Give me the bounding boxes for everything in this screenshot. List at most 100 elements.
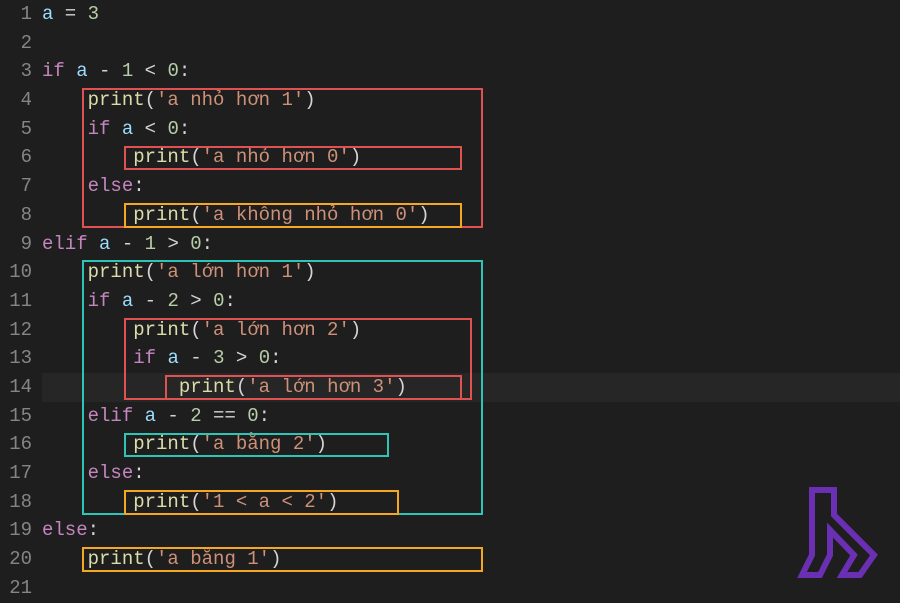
token-par: ( [190, 319, 201, 341]
line-number: 2 [0, 29, 42, 58]
line-number: 18 [0, 488, 42, 517]
token-pun: : [179, 60, 190, 82]
token-op: - [110, 233, 144, 255]
line-number: 17 [0, 459, 42, 488]
token-op [42, 175, 88, 197]
token-num: 0 [247, 405, 258, 427]
code-line[interactable]: print('a không nhỏ hơn 0') [42, 201, 900, 230]
token-op [42, 319, 133, 341]
line-number-gutter: 123456789101112131415161718192021 [0, 0, 42, 602]
code-line[interactable]: a = 3 [42, 0, 900, 29]
token-par: ( [190, 204, 201, 226]
code-area[interactable]: a = 3if a - 1 < 0: print('a nhỏ hơn 1') … [42, 0, 900, 602]
token-kw: elif [88, 405, 134, 427]
token-par: ( [145, 89, 156, 111]
line-number: 20 [0, 545, 42, 574]
token-pun: : [224, 290, 235, 312]
line-number: 1 [0, 0, 42, 29]
token-num: 0 [190, 233, 201, 255]
token-num: 3 [213, 347, 224, 369]
line-number: 9 [0, 230, 42, 259]
code-line[interactable]: print('a bằng 1') [42, 545, 900, 574]
token-op: - [88, 60, 122, 82]
token-par: ( [236, 376, 247, 398]
line-number: 11 [0, 287, 42, 316]
code-line[interactable]: print('1 < a < 2') [42, 488, 900, 517]
line-number: 13 [0, 344, 42, 373]
logo-h-stroke [802, 490, 874, 575]
token-pun: : [259, 405, 270, 427]
code-line[interactable]: print('a nhỏ hơn 0') [42, 143, 900, 172]
token-num: 2 [190, 405, 201, 427]
token-par: ) [350, 146, 361, 168]
token-var: a [167, 347, 178, 369]
token-var: a [42, 3, 53, 25]
token-par: ) [316, 433, 327, 455]
token-op: - [133, 290, 167, 312]
token-op: > [179, 290, 213, 312]
line-number: 3 [0, 57, 42, 86]
token-pun: : [88, 519, 99, 541]
code-line[interactable] [42, 29, 900, 58]
token-pun: : [133, 175, 144, 197]
token-par: ) [395, 376, 406, 398]
token-fn: print [133, 204, 190, 226]
code-line[interactable] [42, 574, 900, 603]
code-line[interactable]: print('a bằng 2') [42, 430, 900, 459]
token-var: a [122, 290, 133, 312]
token-kw: if [88, 118, 111, 140]
token-var: a [76, 60, 87, 82]
token-op: > [224, 347, 258, 369]
code-editor[interactable]: 123456789101112131415161718192021 a = 3i… [0, 0, 900, 603]
token-kw: if [88, 290, 111, 312]
code-line[interactable]: if a < 0: [42, 115, 900, 144]
token-op [88, 233, 99, 255]
code-line[interactable]: elif a - 1 > 0: [42, 230, 900, 259]
token-op: < [133, 60, 167, 82]
code-line[interactable]: else: [42, 516, 900, 545]
token-str: 'a lớn hơn 3' [247, 376, 395, 398]
code-line[interactable]: print('a nhỏ hơn 1') [42, 86, 900, 115]
token-num: 1 [145, 233, 156, 255]
code-line[interactable]: print('a lớn hơn 3') [42, 373, 900, 402]
token-op [133, 405, 144, 427]
token-str: 'a bằng 2' [202, 433, 316, 455]
token-op [42, 146, 133, 168]
code-line[interactable]: print('a lớn hơn 2') [42, 316, 900, 345]
token-str: 'a nhỏ hơn 0' [202, 146, 350, 168]
token-op [42, 376, 179, 398]
code-line[interactable]: print('a lớn hơn 1') [42, 258, 900, 287]
token-var: a [145, 405, 156, 427]
token-par: ) [418, 204, 429, 226]
token-op: - [156, 405, 190, 427]
token-par: ) [327, 491, 338, 513]
token-fn: print [88, 89, 145, 111]
code-line[interactable]: else: [42, 172, 900, 201]
code-line[interactable]: if a - 3 > 0: [42, 344, 900, 373]
token-op [42, 462, 88, 484]
line-number: 10 [0, 258, 42, 287]
token-kw: else [88, 175, 134, 197]
token-op [42, 548, 88, 570]
line-number: 16 [0, 430, 42, 459]
token-op: == [202, 405, 248, 427]
token-str: '1 < a < 2' [202, 491, 327, 513]
token-kw: if [133, 347, 156, 369]
token-pun: : [270, 347, 281, 369]
token-kw: else [42, 519, 88, 541]
token-str: 'a nhỏ hơn 1' [156, 89, 304, 111]
code-line[interactable]: if a - 2 > 0: [42, 287, 900, 316]
token-par: ( [145, 548, 156, 570]
token-par: ) [304, 89, 315, 111]
code-line[interactable]: if a - 1 < 0: [42, 57, 900, 86]
code-line[interactable]: elif a - 2 == 0: [42, 402, 900, 431]
line-number: 4 [0, 86, 42, 115]
token-op [42, 347, 133, 369]
line-number: 6 [0, 143, 42, 172]
token-op [42, 261, 88, 283]
code-line[interactable]: else: [42, 459, 900, 488]
line-number: 14 [0, 373, 42, 402]
token-op [42, 405, 88, 427]
token-op: > [156, 233, 190, 255]
line-number: 7 [0, 172, 42, 201]
